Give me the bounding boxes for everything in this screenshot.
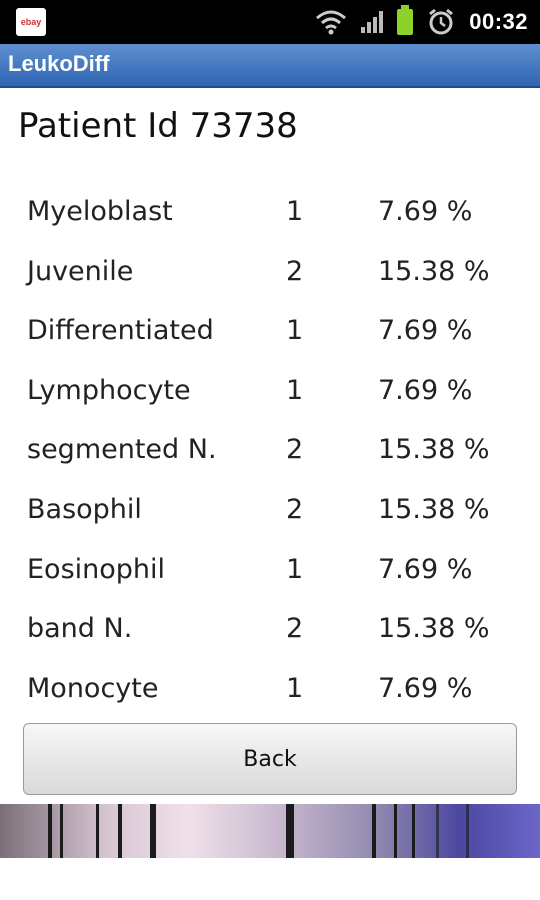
list-item: band N. 2 15.38 % <box>0 605 540 665</box>
cell-type-name: Differentiated <box>27 315 214 347</box>
cell-count: 1 <box>286 553 304 585</box>
cell-percent: 15.38 % <box>378 613 490 645</box>
patient-id-heading: Patient Id 73738 <box>18 106 298 146</box>
cell-count: 1 <box>286 672 304 704</box>
cell-count: 2 <box>286 493 304 525</box>
cell-count: 1 <box>286 196 304 227</box>
list-item: Lymphocyte 1 7.69 % <box>0 367 540 427</box>
cell-percent: 7.69 % <box>378 672 473 704</box>
cell-percent: 7.69 % <box>378 553 473 585</box>
list-item: Basophil 2 15.38 % <box>0 486 540 546</box>
list-item: Myeloblast 1 7.69 % <box>0 188 540 248</box>
signal-icon <box>361 11 384 33</box>
list-item: Eosinophil 1 7.69 % <box>0 546 540 606</box>
ebay-icon-label: ebay <box>20 17 42 27</box>
alarm-icon <box>429 8 454 35</box>
cell-type-name: segmented N. <box>27 434 217 466</box>
cell-count: 1 <box>286 374 304 406</box>
list-item: segmented N. 2 15.38 % <box>0 426 540 486</box>
cell-type-name: Myeloblast <box>27 196 173 227</box>
cell-type-name: Lymphocyte <box>27 374 191 406</box>
cell-count: 2 <box>286 434 304 466</box>
app-title: LeukoDiff <box>8 51 110 76</box>
cell-type-name: Monocyte <box>27 672 159 704</box>
status-icons: 00:32 <box>315 0 528 44</box>
cell-percent: 7.69 % <box>378 196 473 227</box>
ebay-icon: ebay <box>16 8 46 36</box>
clock: 00:32 <box>469 9 528 34</box>
cell-count: 2 <box>286 613 304 645</box>
interior-photo-banner <box>0 804 540 858</box>
list-item: Monocyte 1 7.69 % <box>0 665 540 725</box>
cell-percent: 15.38 % <box>378 255 490 287</box>
cell-percent: 15.38 % <box>378 434 490 466</box>
cell-count: 2 <box>286 255 304 287</box>
cell-percent: 7.69 % <box>378 315 473 347</box>
status-bar: ebay 00:32 <box>0 0 540 44</box>
title-bar: LeukoDiff <box>0 44 540 88</box>
cell-percent: 7.69 % <box>378 374 473 406</box>
wifi-icon <box>316 10 347 35</box>
list-item: Juvenile 2 15.38 % <box>0 248 540 308</box>
back-button[interactable]: Back <box>23 723 517 795</box>
list-item: Differentiated 1 7.69 % <box>0 307 540 367</box>
cell-count: 1 <box>286 315 304 347</box>
results-list: Myeloblast 1 7.69 % Juvenile 2 15.38 % D… <box>0 188 540 724</box>
cell-percent: 15.38 % <box>378 493 490 525</box>
battery-icon <box>397 5 414 35</box>
cell-type-name: Juvenile <box>27 255 134 287</box>
cell-type-name: Basophil <box>27 493 142 525</box>
cell-type-name: band N. <box>27 613 133 645</box>
cell-type-name: Eosinophil <box>27 553 166 585</box>
